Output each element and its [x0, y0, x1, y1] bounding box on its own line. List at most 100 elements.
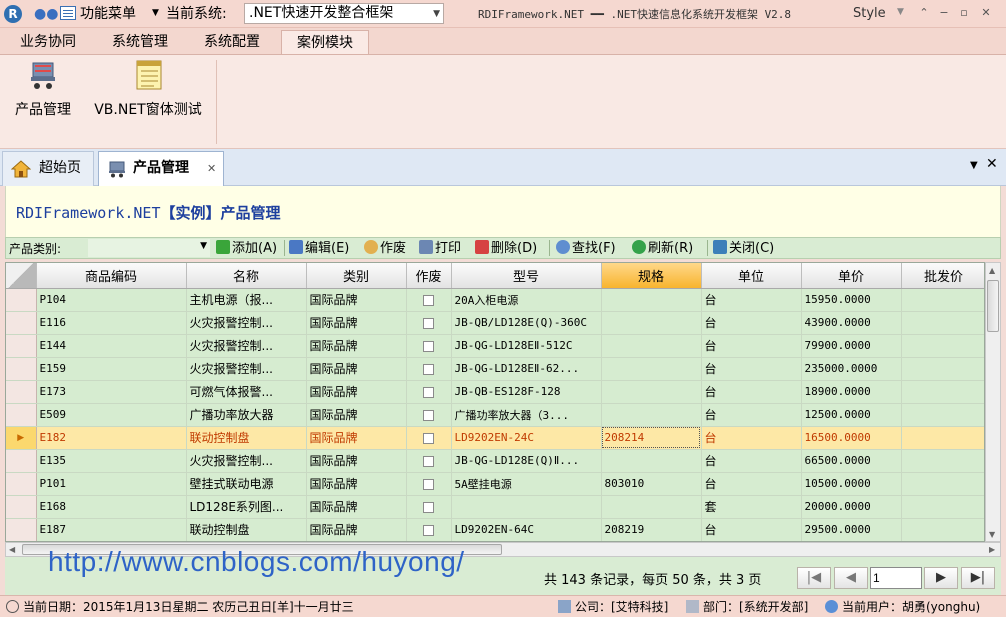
void-checkbox-cell[interactable]	[406, 472, 452, 496]
cell-name[interactable]: 火灾报警控制...	[186, 311, 307, 335]
ribbon-tab-examples[interactable]: 案例模块	[281, 30, 369, 54]
column-header[interactable]: 商品编码	[36, 263, 187, 289]
cell-unit[interactable]: 台	[701, 426, 802, 450]
cell-category[interactable]: 国际品牌	[306, 334, 407, 358]
cell-unit[interactable]: 台	[701, 334, 802, 358]
scroll-down-icon[interactable]: ▼	[989, 530, 995, 539]
cell-code[interactable]: E144	[36, 334, 187, 358]
void-checkbox-cell[interactable]	[406, 288, 452, 312]
checkbox[interactable]	[423, 409, 434, 421]
checkbox[interactable]	[423, 363, 434, 375]
cell-name[interactable]: 主机电源（报...	[186, 288, 307, 312]
void-checkbox-cell[interactable]	[406, 403, 452, 427]
menu-icon[interactable]	[60, 6, 76, 20]
function-menu-button[interactable]: 功能菜单	[80, 5, 136, 23]
column-header[interactable]: 名称	[186, 263, 307, 289]
category-select[interactable]: ▼	[88, 239, 210, 257]
ribbon-tab-system-config[interactable]: 系统配置	[190, 30, 274, 54]
cell-spec[interactable]	[601, 495, 702, 519]
column-header[interactable]: 单价	[801, 263, 902, 289]
cell-wholesale[interactable]	[901, 449, 984, 473]
cell-wholesale[interactable]	[901, 495, 984, 519]
cell-price[interactable]: 15950.0000	[801, 288, 902, 312]
cell-wholesale[interactable]	[901, 518, 984, 541]
cell-model[interactable]: JB-QG-LD128EⅡ-512C	[451, 334, 602, 358]
chevron-down-icon[interactable]: ▼	[200, 241, 207, 251]
minimize-icon[interactable]: −	[936, 6, 952, 20]
cell-model[interactable]: LD9202EN-24C	[451, 426, 602, 450]
cell-unit[interactable]: 台	[701, 472, 802, 496]
table-row[interactable]: P104 主机电源（报... 国际品牌 20A入柜电源 台 15950.0000	[6, 288, 984, 312]
cell-wholesale[interactable]	[901, 311, 984, 335]
table-row[interactable]: E509 广播功率放大器 国际品牌 广播功率放大器（3... 台 12500.0000	[6, 403, 984, 427]
void-button[interactable]: 作废	[364, 240, 406, 257]
cell-unit[interactable]: 台	[701, 518, 802, 541]
tab-list-dropdown-icon[interactable]: ▼	[970, 160, 978, 171]
cell-name[interactable]: 可燃气体报警...	[186, 380, 307, 404]
column-header[interactable]: 批发价	[901, 263, 984, 289]
cell-model[interactable]: JB-QB-ES128F-128	[451, 380, 602, 404]
cell-category[interactable]: 国际品牌	[306, 288, 407, 312]
cell-name[interactable]: LD128E系列图...	[186, 495, 307, 519]
cell-price[interactable]: 66500.0000	[801, 449, 902, 473]
cell-name[interactable]: 联动控制盘	[186, 518, 307, 541]
cell-name[interactable]: 联动控制盘	[186, 426, 307, 450]
cell-wholesale[interactable]	[901, 334, 984, 358]
row-indicator[interactable]	[6, 449, 37, 473]
chevron-down-icon[interactable]: ▼	[433, 5, 440, 24]
cell-model[interactable]: 20A入柜电源	[451, 288, 602, 312]
checkbox[interactable]	[423, 501, 434, 513]
cell-spec[interactable]	[601, 449, 702, 473]
cell-code[interactable]: E168	[36, 495, 187, 519]
table-row[interactable]: E168 LD128E系列图... 国际品牌 套 20000.0000	[6, 495, 984, 519]
cell-category[interactable]: 国际品牌	[306, 426, 407, 450]
column-header[interactable]: 作废	[406, 263, 452, 289]
vbnet-form-test-ribbon-button[interactable]: VB.NET窗体测试	[86, 59, 210, 119]
first-page-button[interactable]: |◀	[797, 567, 831, 589]
table-row[interactable]: E187 联动控制盘 国际品牌 LD9202EN-64C 208219 台 29500.00…	[6, 518, 984, 541]
cell-category[interactable]: 国际品牌	[306, 472, 407, 496]
column-header[interactable]: 类别	[306, 263, 407, 289]
cell-price[interactable]: 10500.0000	[801, 472, 902, 496]
cell-unit[interactable]: 台	[701, 380, 802, 404]
cell-category[interactable]: 国际品牌	[306, 495, 407, 519]
void-checkbox-cell[interactable]	[406, 357, 452, 381]
cell-price[interactable]: 16500.0000	[801, 426, 902, 450]
cell-price[interactable]: 29500.0000	[801, 518, 902, 541]
cell-name[interactable]: 火灾报警控制...	[186, 334, 307, 358]
row-indicator[interactable]	[6, 472, 37, 496]
cell-category[interactable]: 国际品牌	[306, 403, 407, 427]
column-header[interactable]: 单位	[701, 263, 802, 289]
column-header[interactable]: 规格	[601, 263, 702, 289]
scroll-left-icon[interactable]: ◀	[9, 545, 15, 554]
row-indicator[interactable]	[6, 495, 37, 519]
scroll-up-icon[interactable]: ▲	[989, 266, 995, 275]
table-row[interactable]: ▶ E182 联动控制盘 国际品牌 LD9202EN-24C 208214 台 16500.0…	[6, 426, 984, 450]
checkbox[interactable]	[423, 340, 434, 352]
cell-spec[interactable]	[601, 288, 702, 312]
table-row[interactable]: E135 火灾报警控制... 国际品牌 JB-QG-LD128E(Q)Ⅱ... 台 665…	[6, 449, 984, 473]
ribbon-tab-business[interactable]: 业务协同	[8, 30, 88, 54]
cell-code[interactable]: E173	[36, 380, 187, 404]
delete-button[interactable]: 删除(D)	[475, 240, 537, 257]
cell-code[interactable]: E182	[36, 426, 187, 450]
cell-wholesale[interactable]	[901, 380, 984, 404]
cell-name[interactable]: 壁挂式联动电源	[186, 472, 307, 496]
app-logo-icon[interactable]: R	[4, 5, 22, 23]
checkbox[interactable]	[423, 432, 434, 444]
previous-page-button[interactable]: ◀	[834, 567, 868, 589]
cell-category[interactable]: 国际品牌	[306, 380, 407, 404]
row-indicator[interactable]	[6, 288, 37, 312]
cell-wholesale[interactable]	[901, 357, 984, 381]
page-number-input[interactable]	[870, 567, 922, 589]
cell-price[interactable]: 18900.0000	[801, 380, 902, 404]
table-row[interactable]: E173 可燃气体报警... 国际品牌 JB-QB-ES128F-128 台 18900.…	[6, 380, 984, 404]
style-menu[interactable]: Style	[853, 6, 886, 21]
row-indicator[interactable]: ▶	[6, 426, 37, 450]
table-row[interactable]: P101 壁挂式联动电源 国际品牌 5A壁挂电源 803010 台 10500.0000	[6, 472, 984, 496]
close-tab-icon[interactable]: ✕	[986, 156, 998, 172]
void-checkbox-cell[interactable]	[406, 449, 452, 473]
checkbox[interactable]	[423, 317, 434, 329]
cell-code[interactable]: E159	[36, 357, 187, 381]
cell-price[interactable]: 12500.0000	[801, 403, 902, 427]
